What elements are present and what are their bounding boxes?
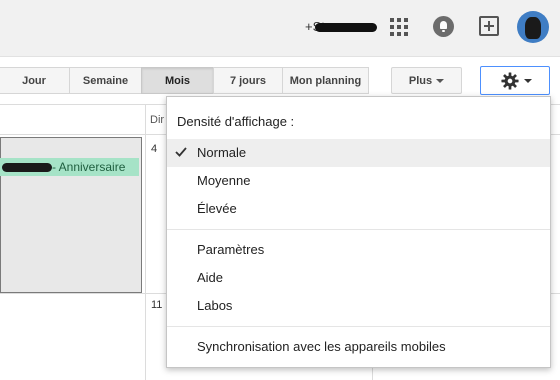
menu-item-sync-mobile[interactable]: Synchronisation avec les appareils mobil… — [167, 333, 550, 361]
view-month-button[interactable]: Mois — [141, 67, 214, 94]
event-chip[interactable]: - Anniversaire — [0, 158, 139, 176]
chevron-down-icon — [436, 78, 445, 83]
view-7days-label: 7 jours — [229, 74, 267, 87]
menu-item-label: Labos — [197, 298, 233, 313]
redaction-mark — [315, 23, 377, 32]
top-bar: +St — [0, 0, 560, 57]
density-title: Densité d'affichage : — [177, 114, 295, 129]
user-name-link[interactable]: +St — [305, 19, 377, 34]
apps-grid-icon[interactable] — [390, 18, 408, 36]
settings-chevron-down-icon — [524, 79, 532, 83]
view-day-label: Jour — [22, 74, 46, 87]
view-week-button[interactable]: Semaine — [69, 67, 142, 94]
menu-item-parametres[interactable]: Paramètres — [167, 236, 550, 264]
density-option-label: Normale — [197, 145, 247, 160]
share-add-icon[interactable] — [479, 16, 499, 36]
view-month-label: Mois — [164, 74, 191, 87]
event-label: - Anniversaire — [52, 160, 126, 174]
gear-icon — [501, 72, 519, 90]
density-option-elevee[interactable]: Élevée — [167, 195, 550, 223]
view-week-label: Semaine — [82, 74, 129, 87]
grid-line — [145, 105, 146, 380]
menu-item-aide[interactable]: Aide — [167, 264, 550, 292]
menu-item-label: Synchronisation avec les appareils mobil… — [197, 339, 446, 354]
menu-divider — [167, 326, 550, 327]
view-day-button[interactable]: Jour — [0, 67, 70, 94]
density-option-normale[interactable]: Normale — [167, 139, 550, 167]
notifications-bell-icon[interactable] — [433, 16, 454, 37]
day-number[interactable]: 11 — [151, 299, 162, 311]
menu-item-label: Aide — [197, 270, 224, 285]
menu-item-labos[interactable]: Labos — [167, 292, 550, 320]
more-label: Plus — [408, 74, 433, 87]
calendar-app: +St Jour Semaine Mois 7 jours Mon planni… — [0, 0, 560, 380]
more-button[interactable]: Plus — [391, 67, 462, 94]
density-option-label: Moyenne — [197, 173, 251, 188]
view-7days-button[interactable]: 7 jours — [213, 67, 283, 94]
settings-menu: Densité d'affichage : Normale Moyenne Él… — [166, 96, 551, 368]
view-agenda-label: Mon planning — [289, 74, 362, 87]
density-option-moyenne[interactable]: Moyenne — [167, 167, 550, 195]
settings-button[interactable] — [480, 66, 550, 95]
day-number[interactable]: 4 — [151, 143, 157, 155]
check-icon — [175, 147, 187, 157]
view-agenda-button[interactable]: Mon planning — [282, 67, 369, 94]
redaction-mark — [2, 163, 52, 173]
density-option-label: Élevée — [197, 201, 237, 216]
menu-divider — [167, 229, 550, 230]
day-header: Dir — [150, 114, 165, 126]
menu-item-label: Paramètres — [197, 242, 265, 257]
avatar[interactable] — [517, 11, 549, 43]
